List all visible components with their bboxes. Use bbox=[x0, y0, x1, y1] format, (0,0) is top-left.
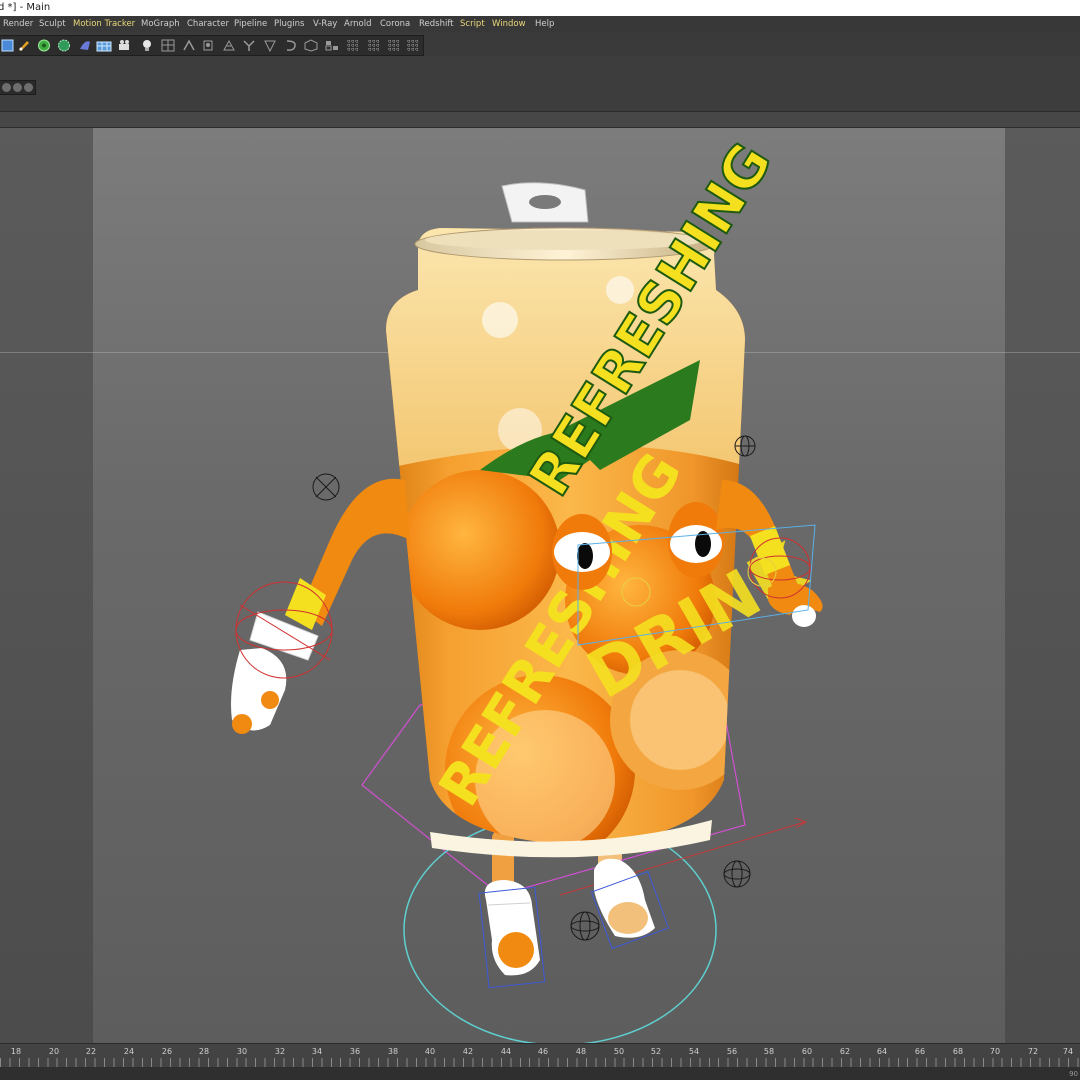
weight-icon[interactable] bbox=[221, 38, 237, 53]
menu-bar: Render Sculpt Motion Tracker MoGraph Cha… bbox=[0, 16, 1080, 32]
window-title: d *] - Main bbox=[0, 2, 51, 13]
menu-pipeline[interactable]: Pipeline bbox=[234, 16, 267, 32]
joint-icon[interactable] bbox=[160, 38, 176, 53]
frame-label: 32 bbox=[274, 1047, 286, 1056]
frame-label: 48 bbox=[575, 1047, 587, 1056]
3d-viewport[interactable]: REFRESHING REFRESHING DRINK bbox=[0, 128, 1080, 1043]
frame-label: 74 bbox=[1062, 1047, 1074, 1056]
frame-label: 46 bbox=[537, 1047, 549, 1056]
frame-label: 22 bbox=[85, 1047, 97, 1056]
frame-label: 26 bbox=[161, 1047, 173, 1056]
grid-icon[interactable] bbox=[366, 38, 382, 53]
character-scene: REFRESHING REFRESHING DRINK bbox=[231, 131, 823, 1043]
frame-label: 52 bbox=[650, 1047, 662, 1056]
frame-label: 34 bbox=[311, 1047, 323, 1056]
floor-icon[interactable] bbox=[96, 38, 112, 53]
frame-label: 56 bbox=[726, 1047, 738, 1056]
cmotion-icon[interactable] bbox=[241, 38, 257, 53]
viewport-header bbox=[0, 112, 1080, 128]
menu-sculpt[interactable]: Sculpt bbox=[39, 16, 66, 32]
frame-label: 42 bbox=[462, 1047, 474, 1056]
frame-label: 18 bbox=[10, 1047, 22, 1056]
timeline-ruler[interactable]: 18 20 22 24 26 28 30 32 34 36 38 40 42 4… bbox=[0, 1043, 1080, 1068]
pen-icon[interactable] bbox=[16, 38, 32, 53]
window-title-bar: d *] - Main bbox=[0, 0, 1080, 16]
mode-button-icon[interactable] bbox=[24, 83, 33, 92]
mesh-icon[interactable] bbox=[345, 38, 361, 53]
frame-label: 36 bbox=[349, 1047, 361, 1056]
right-foot bbox=[594, 858, 655, 938]
menu-arnold[interactable]: Arnold bbox=[344, 16, 372, 32]
mode-button-icon[interactable] bbox=[2, 83, 11, 92]
toolbar bbox=[0, 32, 1080, 56]
frame-label: 20 bbox=[48, 1047, 60, 1056]
array-icon[interactable] bbox=[56, 38, 72, 53]
timeline-track[interactable] bbox=[0, 1067, 1080, 1080]
frame-label: 50 bbox=[613, 1047, 625, 1056]
menu-window[interactable]: Window bbox=[492, 16, 526, 32]
frame-label: 44 bbox=[500, 1047, 512, 1056]
light-icon[interactable] bbox=[139, 38, 155, 53]
grid-icon[interactable] bbox=[405, 38, 421, 53]
frame-label: 28 bbox=[198, 1047, 210, 1056]
frame-label: 54 bbox=[688, 1047, 700, 1056]
rig-right-shoulder-control bbox=[734, 435, 756, 457]
frame-label: 58 bbox=[763, 1047, 775, 1056]
frame-label: 72 bbox=[1027, 1047, 1039, 1056]
constraint-icon[interactable] bbox=[283, 38, 299, 53]
menu-vray[interactable]: V-Ray bbox=[313, 16, 337, 32]
deformer-icon[interactable] bbox=[77, 38, 93, 53]
menu-redshift[interactable]: Redshift bbox=[419, 16, 454, 32]
menu-script[interactable]: Script bbox=[460, 16, 485, 32]
frame-label: 30 bbox=[236, 1047, 248, 1056]
secondary-toolbar bbox=[0, 56, 1080, 112]
rig-left-shoulder-control bbox=[312, 473, 340, 501]
pose-icon[interactable] bbox=[262, 38, 278, 53]
frame-label: 64 bbox=[876, 1047, 888, 1056]
frame-label: 40 bbox=[424, 1047, 436, 1056]
character-icon[interactable] bbox=[200, 38, 216, 53]
left-eye bbox=[552, 514, 612, 590]
rig-left-knee-control bbox=[570, 911, 600, 941]
rig-right-knee-control bbox=[723, 860, 751, 888]
frame-label: 68 bbox=[952, 1047, 964, 1056]
menu-motion-tracker[interactable]: Motion Tracker bbox=[73, 16, 135, 32]
mode-buttons bbox=[0, 80, 36, 95]
grid-icon[interactable] bbox=[386, 38, 402, 53]
timeline-end-frame: 90 bbox=[1069, 1070, 1078, 1078]
timeline[interactable]: 18 20 22 24 26 28 30 32 34 36 38 40 42 4… bbox=[0, 1043, 1080, 1080]
frame-label: 62 bbox=[839, 1047, 851, 1056]
menu-plugins[interactable]: Plugins bbox=[274, 16, 304, 32]
frame-label: 38 bbox=[387, 1047, 399, 1056]
menu-corona[interactable]: Corona bbox=[380, 16, 410, 32]
mode-button-icon[interactable] bbox=[13, 83, 22, 92]
cluster-icon[interactable] bbox=[324, 38, 340, 53]
morph-icon[interactable] bbox=[303, 38, 319, 53]
ik-icon[interactable] bbox=[181, 38, 197, 53]
menu-character[interactable]: Character bbox=[187, 16, 229, 32]
menu-render[interactable]: Render bbox=[3, 16, 33, 32]
left-foot bbox=[484, 880, 540, 976]
frame-label: 60 bbox=[801, 1047, 813, 1056]
frame-label: 70 bbox=[989, 1047, 1001, 1056]
right-eye bbox=[668, 502, 724, 578]
subdivision-icon[interactable] bbox=[36, 38, 52, 53]
toolbar-strip bbox=[0, 35, 424, 56]
camera-icon[interactable] bbox=[117, 38, 133, 53]
cube-icon[interactable] bbox=[0, 38, 16, 53]
frame-label: 66 bbox=[914, 1047, 926, 1056]
menu-mograph[interactable]: MoGraph bbox=[141, 16, 180, 32]
frame-label: 24 bbox=[123, 1047, 135, 1056]
menu-help[interactable]: Help bbox=[535, 16, 554, 32]
